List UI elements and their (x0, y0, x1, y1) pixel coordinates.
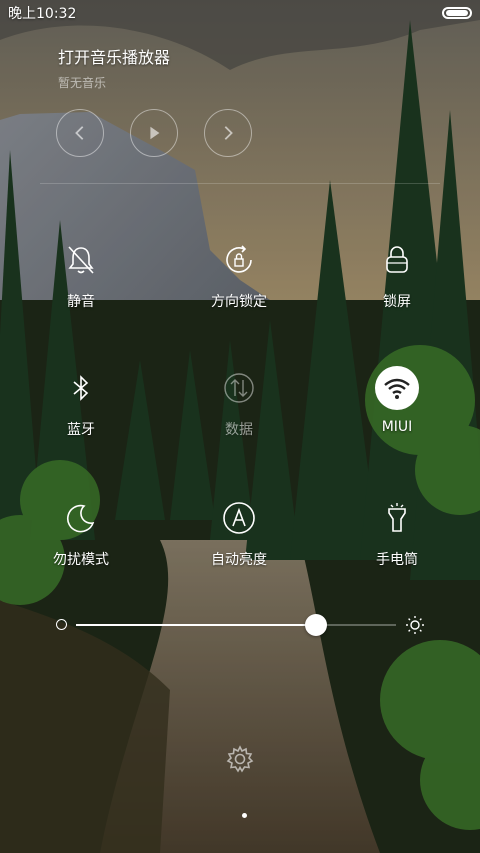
rotation-lock-icon (217, 238, 261, 282)
play-button[interactable] (130, 109, 178, 157)
music-controls (56, 109, 252, 157)
chevron-right-icon (224, 126, 233, 140)
toggle-auto-brightness[interactable]: 自动亮度 (184, 496, 294, 569)
brightness-fill (76, 624, 316, 626)
toggle-label: 勿扰模式 (53, 552, 109, 568)
data-icon (217, 366, 261, 410)
toggle-label: 锁屏 (383, 294, 411, 310)
toggle-data[interactable]: 数据 (184, 366, 294, 439)
auto-brightness-icon (217, 496, 261, 540)
toggle-rotation-lock[interactable]: 方向锁定 (184, 238, 294, 311)
toggle-label: MIUI (381, 419, 413, 435)
settings-gear-icon[interactable] (225, 744, 255, 774)
bell-off-icon (59, 238, 103, 282)
status-time: 晚上10:32 (8, 6, 77, 22)
brightness-slider[interactable] (56, 614, 426, 636)
previous-button[interactable] (56, 109, 104, 157)
toggle-label: 自动亮度 (211, 552, 267, 568)
battery-icon (442, 7, 472, 19)
next-button[interactable] (204, 109, 252, 157)
toggle-label: 蓝牙 (67, 422, 95, 438)
toggle-label: 静音 (67, 294, 95, 310)
music-title[interactable]: 打开音乐播放器 (58, 44, 170, 68)
moon-icon (59, 496, 103, 540)
music-widget[interactable]: 打开音乐播放器 暂无音乐 (58, 44, 170, 91)
toggle-label: 手电筒 (376, 552, 418, 568)
music-subtitle: 暂无音乐 (58, 76, 107, 90)
toggle-label: 数据 (225, 422, 253, 438)
status-bar: 晚上10:32 (0, 0, 480, 26)
toggle-wifi[interactable]: MIUI (342, 366, 452, 435)
play-icon (150, 126, 160, 140)
brightness-low-icon (56, 619, 67, 630)
bluetooth-icon (59, 366, 103, 410)
toggle-mute[interactable]: 静音 (26, 238, 136, 311)
page-indicator (242, 813, 247, 818)
chevron-left-icon (75, 126, 84, 140)
brightness-high-icon (406, 616, 424, 634)
toggle-dnd[interactable]: 勿扰模式 (26, 496, 136, 569)
brightness-knob[interactable] (305, 614, 327, 636)
flashlight-icon (375, 496, 419, 540)
toggle-label: 方向锁定 (211, 294, 267, 310)
wifi-icon (375, 366, 419, 410)
divider (40, 183, 440, 184)
toggle-bluetooth[interactable]: 蓝牙 (26, 366, 136, 439)
lock-icon (375, 238, 419, 282)
toggle-flashlight[interactable]: 手电筒 (342, 496, 452, 569)
toggle-lock-screen[interactable]: 锁屏 (342, 238, 452, 311)
